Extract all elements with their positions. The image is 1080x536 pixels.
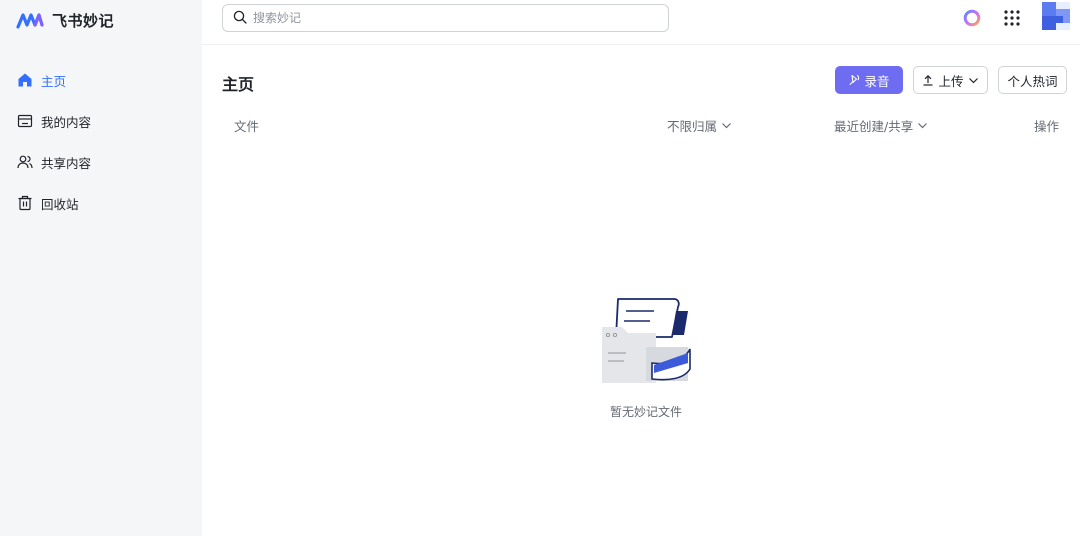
page-title: 主页 [222, 75, 255, 94]
search-input[interactable] [253, 11, 633, 25]
avatar[interactable] [1042, 2, 1070, 30]
microphone-icon [849, 74, 860, 86]
sidebar-item-trash[interactable]: 回收站 [8, 185, 194, 221]
personal-hotwords-button[interactable]: 个人热词 [998, 66, 1067, 94]
sidebar-nav: 主页 我的内容 共享内容 回收站 [8, 62, 194, 226]
lark-minutes-logo-icon [16, 13, 44, 29]
recent-sort-label: 最近创建/共享 [834, 119, 914, 134]
upload-icon [923, 74, 933, 86]
sidebar-item-label: 回收站 [41, 196, 79, 212]
sidebar-item-home[interactable]: 主页 [8, 62, 194, 98]
app-name: 飞书妙记 [52, 11, 115, 30]
column-file: 文件 [234, 119, 260, 134]
sidebar-item-label: 我的内容 [41, 114, 92, 130]
chevron-down-icon [918, 123, 928, 129]
sidebar-item-my-content[interactable]: 我的内容 [8, 103, 194, 139]
record-button-label: 录音 [864, 73, 890, 89]
owner-filter-label: 不限归属 [667, 119, 718, 134]
search-icon [233, 9, 247, 28]
record-button[interactable]: 录音 [835, 66, 903, 94]
main-content: 主页 录音 上传 个人热词 文件 不限归属 最近创建/共享 操作 暂无妙记文件 [202, 46, 1080, 536]
top-bar [202, 0, 1080, 45]
ai-assistant-icon[interactable] [962, 8, 982, 28]
chevron-down-icon [968, 77, 978, 83]
sidebar-item-label: 共享内容 [41, 155, 92, 171]
upload-button-label: 上传 [938, 73, 964, 89]
recent-sort-dropdown[interactable]: 最近创建/共享 [834, 116, 928, 135]
chevron-down-icon [722, 123, 731, 129]
empty-state: 暂无妙记文件 [592, 291, 700, 420]
empty-state-text: 暂无妙记文件 [609, 405, 682, 419]
search-box[interactable] [222, 4, 669, 32]
upload-button[interactable]: 上传 [913, 66, 988, 94]
folder-icon [17, 113, 33, 129]
home-icon [17, 72, 33, 88]
sidebar-item-label: 主页 [41, 73, 67, 89]
hotwords-button-label: 个人热词 [1007, 73, 1058, 89]
users-icon [17, 154, 33, 170]
column-action: 操作 [1034, 119, 1060, 134]
sidebar-item-shared-content[interactable]: 共享内容 [8, 144, 194, 180]
empty-folder-illustration-icon [602, 298, 691, 383]
owner-filter-dropdown[interactable]: 不限归属 [667, 116, 732, 135]
app-root: 飞书妙记 主页 我的内容 共享内容 回收站 搜索妙记 主页 录音 上传 个人热词… [0, 0, 1080, 536]
sidebar: 飞书妙记 主页 我的内容 共享内容 回收站 [0, 0, 202, 536]
trash-icon [17, 195, 33, 211]
app-grid-icon[interactable] [1002, 8, 1022, 28]
app-logo[interactable]: 飞书妙记 [16, 8, 114, 32]
file-table-header: 文件 不限归属 最近创建/共享 操作 [202, 114, 1080, 134]
